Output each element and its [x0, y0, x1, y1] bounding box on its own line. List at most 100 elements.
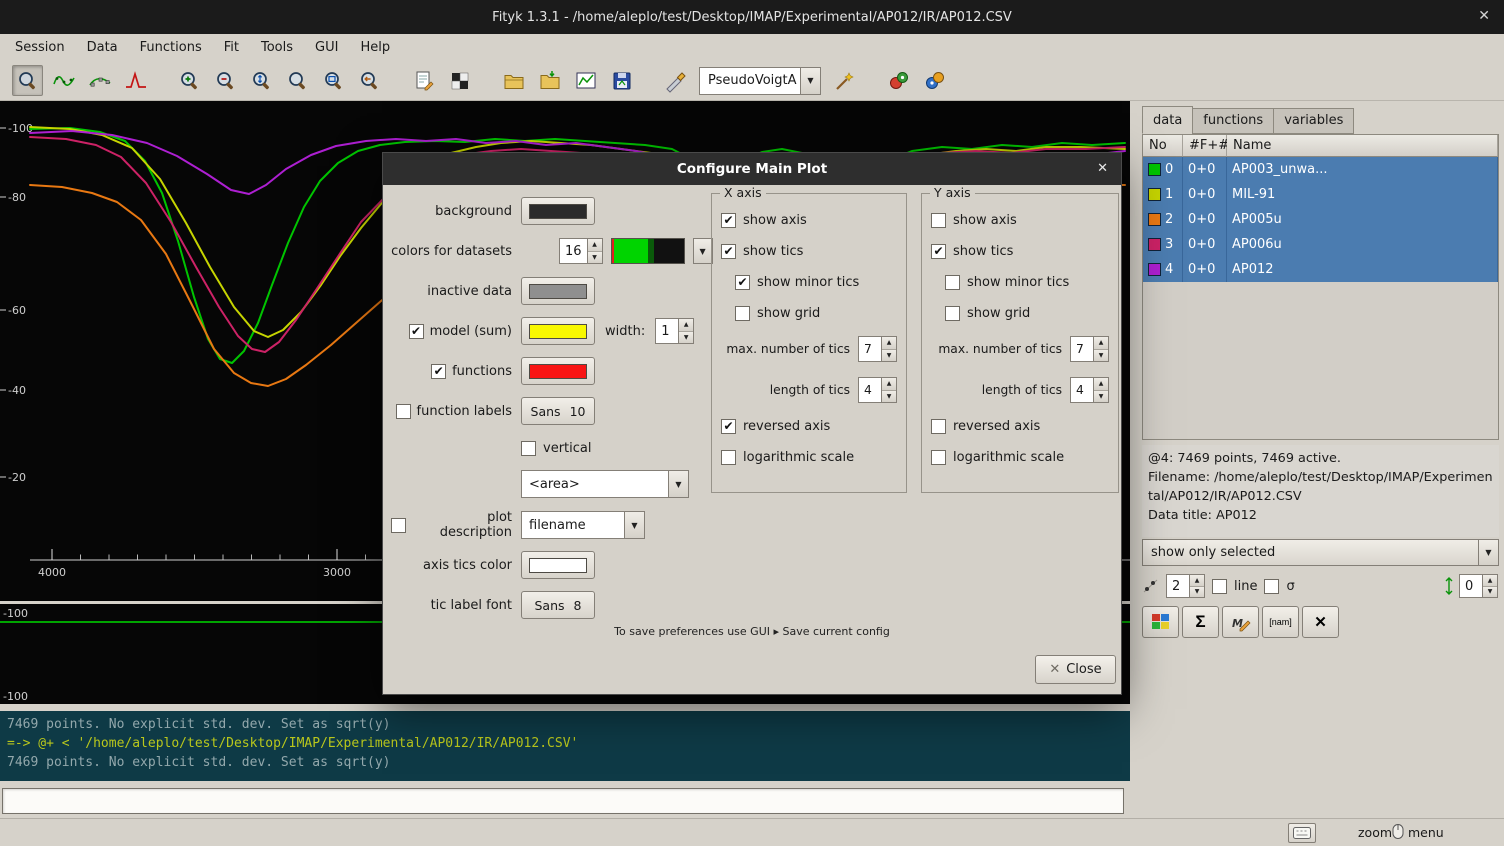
x-axis-reversed-axis[interactable]: ✔reversed axis [721, 417, 897, 435]
inactive-data-color-button[interactable] [521, 277, 595, 305]
menu-session[interactable]: Session [4, 36, 76, 59]
checkbox[interactable]: ✔ [721, 213, 736, 228]
plot-description-select[interactable]: filename ▼ [521, 511, 645, 539]
functions-color-button[interactable] [521, 357, 595, 385]
spinner[interactable]: 4▲▼ [1070, 377, 1109, 403]
fit-settings-button[interactable] [919, 65, 950, 96]
spin-up-button[interactable]: ▲ [1483, 575, 1497, 587]
spinner[interactable]: 7▲▼ [858, 336, 897, 362]
zoom-horizontal-button[interactable] [282, 65, 313, 96]
checkbox[interactable] [721, 450, 736, 465]
delete-dataset-button[interactable]: ✕ [1302, 606, 1339, 638]
checkbox[interactable] [931, 419, 946, 434]
zoom-all-button[interactable] [318, 65, 349, 96]
spin-down-button[interactable]: ▼ [679, 332, 693, 344]
auto-add-peak-button[interactable] [829, 65, 860, 96]
function-labels-checkbox[interactable] [396, 404, 411, 419]
spin-down-button[interactable]: ▼ [1190, 587, 1204, 598]
checkbox[interactable]: ✔ [735, 275, 750, 290]
toggle-crosshair-button[interactable] [444, 65, 475, 96]
tab-data[interactable]: data [1142, 106, 1193, 134]
mouse-hints-button[interactable] [1288, 823, 1316, 843]
functions-checkbox[interactable]: ✔ [431, 364, 446, 379]
tab-functions[interactable]: functions [1192, 108, 1274, 134]
plot-description-checkbox[interactable] [391, 518, 406, 533]
y-axis-show-grid[interactable]: show grid [945, 304, 1109, 322]
edit-script-button[interactable] [408, 65, 439, 96]
y-axis-show-tics[interactable]: ✔show tics [931, 242, 1109, 260]
chevron-down-icon[interactable]: ▼ [800, 68, 820, 94]
dataset-row-2[interactable]: 20+0AP005u [1143, 207, 1498, 232]
spin-up-button[interactable]: ▲ [1094, 337, 1108, 350]
x-axis-show-axis[interactable]: ✔show axis [721, 211, 897, 229]
y-axis-show-minor-tics[interactable]: show minor tics [945, 273, 1109, 291]
menu-help[interactable]: Help [349, 36, 401, 59]
window-close-button[interactable]: ✕ [1478, 9, 1490, 23]
x-axis-show-tics[interactable]: ✔show tics [721, 242, 897, 260]
spin-up-button[interactable]: ▲ [1190, 575, 1204, 587]
model-sum-checkbox[interactable]: ✔ [409, 324, 424, 339]
checkbox[interactable] [931, 213, 946, 228]
line-checkbox[interactable] [1212, 579, 1227, 594]
checkbox[interactable] [931, 450, 946, 465]
tic-font-button[interactable]: Sans 8 [521, 591, 595, 619]
spin-up-button[interactable]: ▲ [679, 319, 693, 332]
point-size-spinner[interactable]: 2 ▲▼ [1166, 574, 1205, 598]
open-data-button[interactable] [498, 65, 529, 96]
spin-up-button[interactable]: ▲ [882, 378, 896, 391]
label-font-button[interactable]: Sans 10 [521, 397, 595, 425]
save-session-button[interactable] [606, 65, 637, 96]
dataset-colors-button[interactable] [1142, 606, 1179, 638]
checkbox[interactable] [735, 306, 750, 321]
baseline-mode-button[interactable] [84, 65, 115, 96]
y-axis-logarithmic-scale[interactable]: logarithmic scale [931, 448, 1109, 466]
y-axis-reversed-axis[interactable]: reversed axis [931, 417, 1109, 435]
sigma-checkbox[interactable] [1264, 579, 1279, 594]
dataset-colors-count-spinner[interactable]: 16 ▲▼ [559, 238, 603, 264]
add-peak-mode-button[interactable] [120, 65, 151, 96]
chevron-down-icon[interactable]: ▼ [624, 512, 644, 538]
label-format-select[interactable]: <area> ▼ [521, 470, 689, 498]
open-data-with-options-button[interactable] [534, 65, 565, 96]
vertical-checkbox[interactable] [521, 441, 536, 456]
chevron-down-icon[interactable]: ▼ [668, 471, 688, 497]
x-axis-show-grid[interactable]: show grid [735, 304, 897, 322]
pane-splitter[interactable] [1130, 101, 1140, 818]
dataset-colors-preview[interactable] [611, 238, 685, 264]
axis-tics-color-button[interactable] [521, 551, 595, 579]
dataset-row-3[interactable]: 30+0AP006u [1143, 232, 1498, 257]
edit-data-button[interactable]: M [1222, 606, 1259, 638]
menu-tools[interactable]: Tools [250, 36, 304, 59]
menu-data[interactable]: Data [76, 36, 129, 59]
spin-down-button[interactable]: ▼ [588, 252, 602, 264]
menu-fit[interactable]: Fit [213, 36, 250, 59]
function-type-select[interactable]: PseudoVoigtA▼ [699, 67, 821, 95]
spin-up-button[interactable]: ▲ [1094, 378, 1108, 391]
spin-up-button[interactable]: ▲ [588, 239, 602, 252]
x-axis-logarithmic-scale[interactable]: logarithmic scale [721, 448, 897, 466]
checkbox[interactable] [945, 306, 960, 321]
column-header-name[interactable]: Name [1227, 135, 1498, 157]
column-header-no[interactable]: No [1143, 135, 1183, 157]
spin-down-button[interactable]: ▼ [882, 391, 896, 403]
checkbox[interactable] [945, 275, 960, 290]
spin-down-button[interactable]: ▼ [1094, 350, 1108, 362]
show-only-selected-dropdown[interactable]: show only selected ▼ [1142, 539, 1499, 566]
rename-dataset-button[interactable]: [nam] [1262, 606, 1299, 638]
dataset-row-0[interactable]: 00+0AP003_unwa... [1143, 157, 1498, 182]
checkbox[interactable]: ✔ [721, 419, 736, 434]
model-width-spinner[interactable]: 1 ▲▼ [655, 318, 694, 344]
dataset-row-4[interactable]: 40+0AP012 [1143, 257, 1498, 282]
data-editor-button[interactable] [660, 65, 691, 96]
spinner[interactable]: 7▲▼ [1070, 336, 1109, 362]
data-range-mode-button[interactable] [48, 65, 79, 96]
chevron-down-icon[interactable]: ▼ [1478, 540, 1498, 565]
checkbox[interactable]: ✔ [931, 244, 946, 259]
sum-datasets-button[interactable]: Σ [1182, 606, 1219, 638]
zoom-vertical-button[interactable] [246, 65, 277, 96]
spin-down-button[interactable]: ▼ [1094, 391, 1108, 403]
x-axis-show-minor-tics[interactable]: ✔show minor tics [735, 273, 897, 291]
checkbox[interactable]: ✔ [721, 244, 736, 259]
zoom-select-mode-button[interactable] [12, 65, 43, 96]
menu-gui[interactable]: GUI [304, 36, 349, 59]
